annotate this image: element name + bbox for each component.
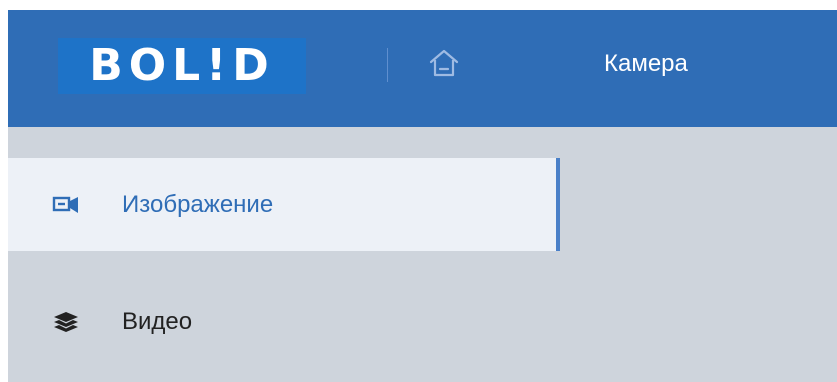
- logo-text: BOL!D: [89, 40, 275, 91]
- camera-icon: [52, 193, 80, 217]
- sidebar-item-label: Видео: [122, 308, 193, 335]
- sidebar-area: Изображение Видео: [8, 127, 837, 382]
- sidebar-item-image[interactable]: Изображение: [8, 158, 560, 251]
- sidebar-item-label: Изображение: [122, 190, 274, 218]
- page-title: Камера: [604, 50, 688, 77]
- top-bar: BOL!D Камера: [8, 10, 837, 127]
- sidebar-item-video[interactable]: Видео: [8, 277, 556, 367]
- layers-icon: [52, 310, 80, 334]
- active-indicator: [556, 158, 560, 251]
- bolid-logo[interactable]: BOL!D: [58, 38, 306, 94]
- header-divider: [387, 48, 388, 82]
- app-frame: BOL!D Камера Изображение Видео: [0, 0, 837, 382]
- home-icon[interactable]: [426, 45, 462, 81]
